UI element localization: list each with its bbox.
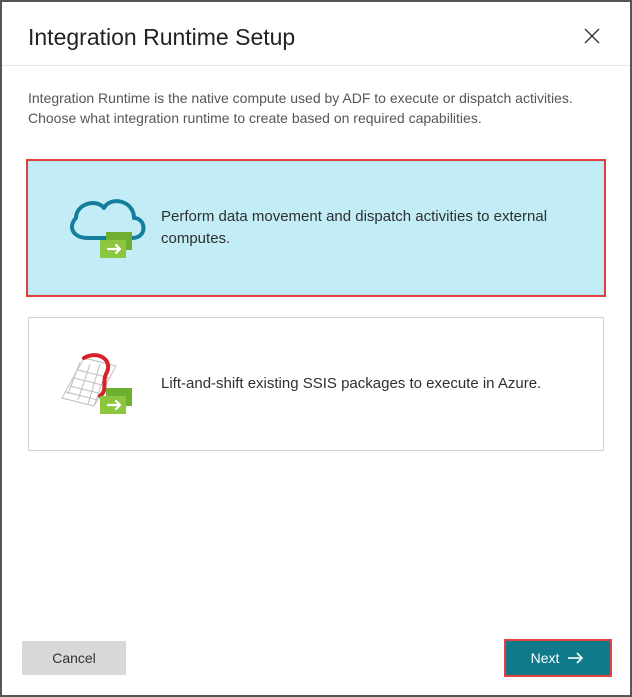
- option-text: Lift-and-shift existing SSIS packages to…: [161, 373, 581, 395]
- ssis-package-icon: [51, 344, 161, 424]
- dialog-header: Integration Runtime Setup: [2, 2, 630, 65]
- close-icon: [584, 28, 600, 44]
- arrow-right-icon: [567, 651, 585, 665]
- dialog-description: Integration Runtime is the native comput…: [2, 66, 630, 135]
- cancel-button[interactable]: Cancel: [22, 641, 126, 675]
- dialog-title: Integration Runtime Setup: [28, 24, 295, 51]
- next-button-label: Next: [531, 650, 560, 666]
- options-group: Perform data movement and dispatch activ…: [2, 135, 630, 451]
- cancel-button-label: Cancel: [52, 650, 96, 666]
- option-text: Perform data movement and dispatch activ…: [161, 206, 581, 250]
- close-button[interactable]: [584, 28, 604, 48]
- option-ssis[interactable]: Lift-and-shift existing SSIS packages to…: [28, 317, 604, 451]
- dialog-footer: Cancel Next: [2, 627, 630, 695]
- cloud-data-movement-icon: [51, 188, 161, 268]
- option-data-movement[interactable]: Perform data movement and dispatch activ…: [28, 161, 604, 295]
- next-button[interactable]: Next: [506, 641, 610, 675]
